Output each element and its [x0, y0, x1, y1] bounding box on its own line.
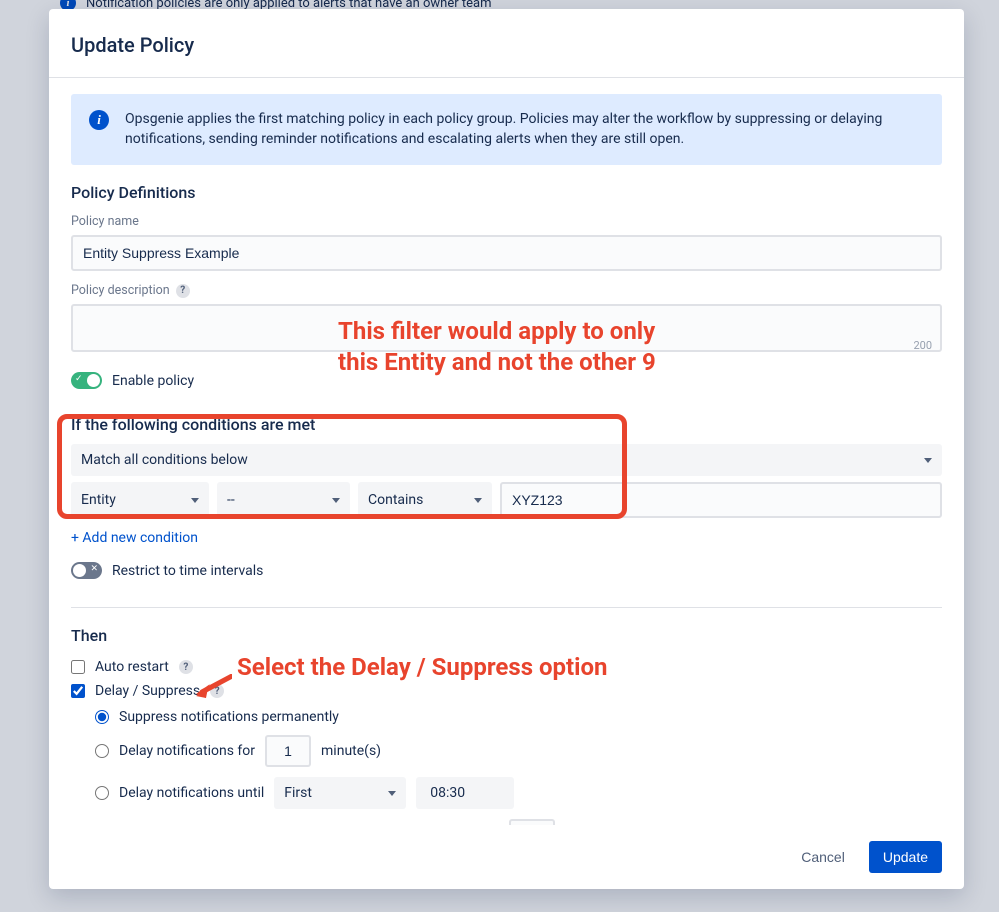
policy-definitions-heading: Policy Definitions — [71, 183, 942, 202]
update-button[interactable]: Update — [869, 841, 942, 873]
info-banner: i Opsgenie applies the first matching po… — [71, 94, 942, 165]
conditions-block: Match all conditions below Entity -- Con… — [71, 444, 942, 518]
section-divider — [71, 607, 942, 608]
then-heading: Then — [71, 626, 942, 645]
condition-row: Entity -- Contains — [71, 482, 942, 518]
enable-policy-label: Enable policy — [112, 373, 194, 389]
modal-header: Update Policy — [49, 9, 964, 78]
chevron-down-icon — [924, 458, 932, 463]
delay-until-time[interactable]: 08:30 — [416, 777, 514, 809]
delay-for-label: Delay notifications for — [119, 743, 255, 759]
modal-body: i Opsgenie applies the first matching po… — [49, 78, 964, 825]
policy-description-label: Policy description ? — [71, 283, 942, 298]
suppress-radio[interactable] — [95, 710, 109, 724]
policy-name-input[interactable] — [71, 235, 942, 271]
condition-value-input[interactable] — [500, 482, 942, 518]
delay-until-radio-row: Delay notifications until First 08:30 — [95, 777, 942, 809]
condition-operator-select[interactable]: Contains — [358, 482, 492, 518]
delay-for-radio-row: Delay notifications for minute(s) — [95, 735, 942, 767]
help-icon[interactable]: ? — [176, 284, 190, 298]
delay-for-radio[interactable] — [95, 744, 109, 758]
info-banner-text: Opsgenie applies the first matching poli… — [125, 110, 924, 149]
help-icon[interactable]: ? — [179, 660, 193, 674]
match-type-select[interactable]: Match all conditions below — [71, 444, 942, 476]
enable-policy-toggle[interactable] — [71, 372, 102, 389]
info-icon: i — [89, 110, 109, 130]
policy-description-input[interactable] — [71, 304, 942, 352]
delay-until-label: Delay notifications until — [119, 785, 264, 801]
auto-restart-label: Auto restart — [95, 659, 169, 675]
update-policy-modal: Update Policy i Opsgenie applies the fir… — [49, 9, 964, 889]
policy-name-label: Policy name — [71, 214, 942, 229]
restrict-toggle[interactable] — [71, 562, 102, 579]
add-condition-link[interactable]: + Add new condition — [71, 530, 942, 546]
delay-suppress-label: Delay / Suppress — [95, 683, 200, 699]
modal-title: Update Policy — [71, 33, 942, 57]
auto-restart-checkbox[interactable] — [71, 660, 85, 674]
suppress-radio-row: Suppress notifications permanently — [95, 709, 942, 725]
chevron-down-icon — [332, 498, 340, 503]
delay-for-unit: minute(s) — [321, 743, 381, 759]
restrict-row: Restrict to time intervals — [71, 562, 942, 579]
suppress-radio-label: Suppress notifications permanently — [119, 709, 339, 725]
condition-not-select[interactable]: -- — [217, 482, 350, 518]
delay-suppress-row: Delay / Suppress ? — [71, 683, 942, 699]
conditions-heading: If the following conditions are met — [71, 415, 942, 434]
delay-until-radio[interactable] — [95, 786, 109, 800]
delay-suppress-checkbox[interactable] — [71, 684, 85, 698]
delay-for-input[interactable] — [265, 735, 311, 767]
help-icon[interactable]: ? — [210, 684, 224, 698]
condition-field-select[interactable]: Entity — [71, 482, 209, 518]
chevron-down-icon — [388, 791, 396, 796]
modal-footer: Cancel Update — [49, 825, 964, 889]
cancel-button[interactable]: Cancel — [787, 841, 859, 873]
chevron-down-icon — [474, 498, 482, 503]
enable-policy-row: Enable policy — [71, 372, 942, 389]
char-count: 200 — [913, 339, 932, 352]
delay-until-select[interactable]: First — [274, 777, 406, 809]
auto-restart-row: Auto restart ? — [71, 659, 942, 675]
restrict-label: Restrict to time intervals — [112, 563, 263, 579]
chevron-down-icon — [191, 498, 199, 503]
